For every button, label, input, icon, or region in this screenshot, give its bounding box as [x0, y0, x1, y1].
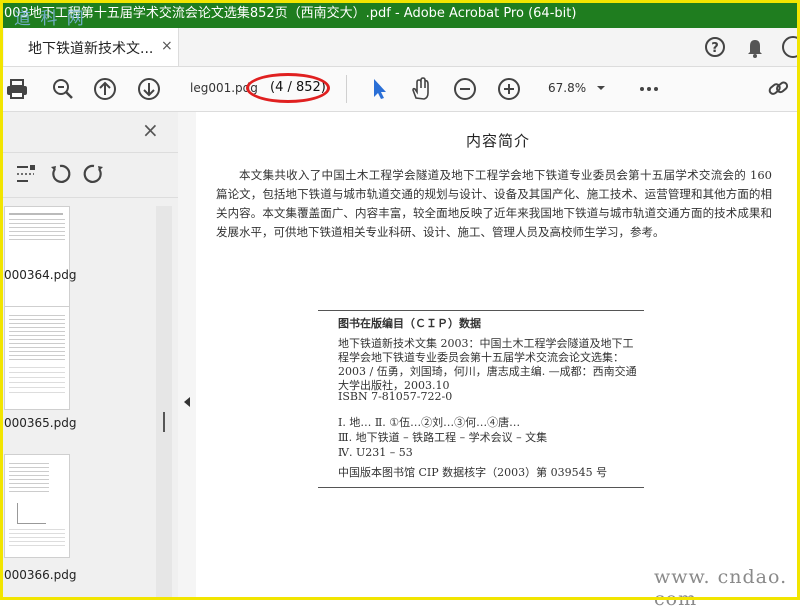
yellow-border: [0, 0, 800, 600]
